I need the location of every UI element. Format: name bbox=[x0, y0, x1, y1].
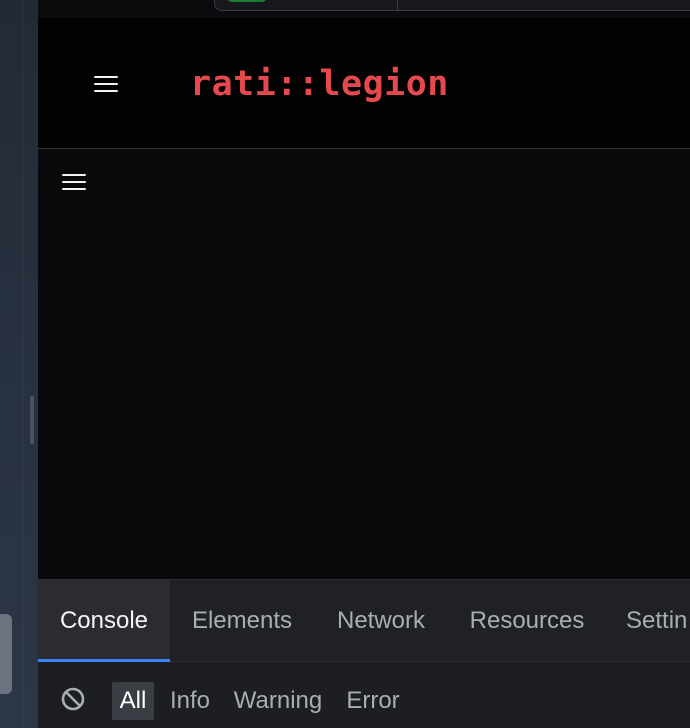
brand-title: rati::legion bbox=[190, 64, 449, 104]
tab-resources[interactable]: Resources bbox=[448, 580, 606, 661]
scrollbar-thumb[interactable] bbox=[0, 614, 12, 694]
resize-handle[interactable] bbox=[30, 396, 34, 444]
devtools-tab-bar: Console Elements Network Resources Setti… bbox=[38, 580, 690, 662]
sidebar-toggle-hamburger-icon[interactable] bbox=[62, 173, 86, 191]
app-header: rati::legion bbox=[38, 18, 690, 149]
devtools-panel: Console Elements Network Resources Setti… bbox=[38, 579, 690, 728]
browser-tab-bar[interactable] bbox=[214, 0, 690, 11]
filter-warning[interactable]: Warning bbox=[230, 682, 326, 720]
filter-error[interactable]: Error bbox=[342, 682, 404, 720]
window-divider bbox=[22, 0, 23, 728]
browser-tab-strip bbox=[38, 0, 690, 18]
tab-separator bbox=[397, 0, 398, 10]
screen: rati::legion Console Elements Network Re… bbox=[0, 0, 690, 728]
filter-all[interactable]: All bbox=[112, 682, 154, 720]
clear-console-icon[interactable] bbox=[61, 687, 85, 711]
tab-network[interactable]: Network bbox=[314, 580, 448, 661]
adjacent-window-edge bbox=[0, 0, 38, 728]
tab-console[interactable]: Console bbox=[38, 580, 170, 662]
console-filter-bar: All Info Warning Error bbox=[38, 662, 690, 728]
tab-elements[interactable]: Elements bbox=[170, 580, 314, 661]
tab-settings[interactable]: Settin bbox=[606, 580, 690, 661]
tab-indicator bbox=[227, 0, 267, 2]
main-content bbox=[38, 149, 690, 579]
filter-info[interactable]: Info bbox=[166, 682, 214, 720]
hamburger-icon[interactable] bbox=[94, 75, 118, 93]
